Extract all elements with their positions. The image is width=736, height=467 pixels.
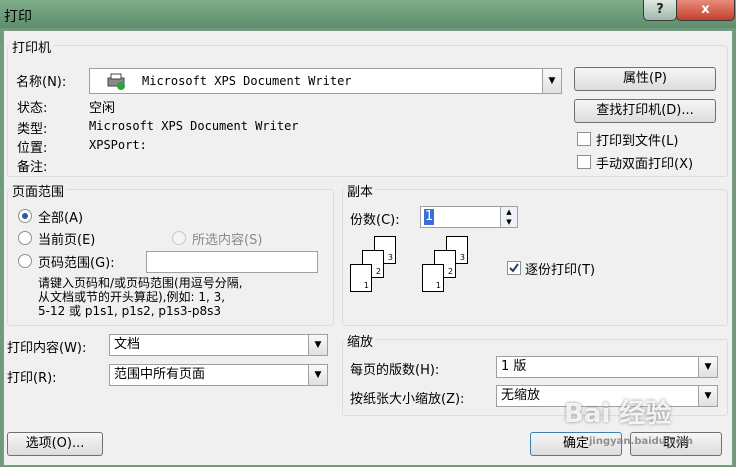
range-all-label: 全部(A) — [38, 211, 84, 226]
zoom-title: 缩放 — [345, 331, 376, 350]
range-selection-label: 所选内容(S) — [192, 233, 263, 248]
location-value: XPSPort: — [89, 138, 147, 152]
page-number-1b: 1 — [435, 281, 441, 290]
dialog-body: 打印机 名称(N): Microsoft XPS Document Writer… — [3, 30, 733, 466]
page-number-1: 1 — [363, 281, 369, 290]
printer-name-value: Microsoft XPS Document Writer — [142, 74, 352, 88]
page-number-3: 3 — [387, 253, 393, 262]
title-bar: 打印 ? x — [0, 0, 736, 28]
page-range-input[interactable] — [146, 251, 318, 273]
print-option-value: 范围中所有页面 — [114, 367, 206, 382]
watermark-logo: Bai 经验 — [564, 399, 672, 429]
hint-line-2: 从文档或节的开头算起),例如: 1, 3, — [38, 290, 226, 304]
copies-count-label: 份数(C): — [350, 213, 400, 228]
printer-group-title: 打印机 — [10, 37, 54, 56]
collate-checkbox[interactable] — [507, 261, 521, 275]
page-number-2b: 2 — [447, 267, 453, 276]
properties-button[interactable]: 属性(P) — [574, 67, 716, 91]
chevron-down-icon[interactable]: ▼ — [308, 365, 327, 385]
page-range-title: 页面范围 — [10, 181, 67, 200]
type-value: Microsoft XPS Document Writer — [89, 119, 299, 133]
pages-per-sheet-label: 每页的版数(H): — [350, 363, 440, 378]
page-number-2: 2 — [375, 267, 381, 276]
chevron-down-icon[interactable]: ▼ — [698, 357, 717, 377]
range-pages-radio[interactable] — [18, 254, 32, 268]
chevron-down-icon[interactable]: ▼ — [542, 69, 561, 93]
comment-label: 备注: — [17, 160, 48, 175]
print-what-label: 打印内容(W): — [7, 341, 87, 356]
close-button[interactable]: x — [676, 0, 735, 21]
scale-label: 按纸张大小缩放(Z): — [350, 392, 465, 407]
page-range-hint: 请键入页码和/或页码范围(用逗号分隔, 从文档或节的开头算起),例如: 1, 3… — [38, 276, 243, 318]
print-option-label: 打印(R): — [7, 371, 57, 386]
watermark-url: jingyan.baidu.com — [589, 436, 693, 447]
printer-name-select[interactable]: Microsoft XPS Document Writer ▼ — [89, 68, 562, 94]
range-selection-radio[interactable] — [172, 231, 186, 245]
pages-per-sheet-select[interactable]: 1 版 ▼ — [496, 356, 718, 378]
pages-per-sheet-value: 1 版 — [501, 359, 527, 374]
type-label: 类型: — [17, 122, 48, 137]
print-to-file-label: 打印到文件(L) — [596, 134, 679, 149]
hint-line-1: 请键入页码和/或页码范围(用逗号分隔, — [38, 276, 243, 290]
collated-pages-icon-2: 3 2 1 — [422, 236, 482, 306]
collated-pages-icon: 3 2 1 — [350, 236, 410, 306]
collate-label: 逐份打印(T) — [525, 263, 596, 278]
find-printer-button[interactable]: 查找打印机(D)... — [574, 99, 716, 123]
print-what-value: 文档 — [114, 337, 141, 352]
page-number-3b: 3 — [459, 253, 465, 262]
range-current-radio[interactable] — [18, 231, 32, 245]
manual-duplex-label: 手动双面打印(X) — [596, 157, 694, 172]
status-value: 空闲 — [89, 101, 116, 116]
scale-value: 无缩放 — [501, 388, 541, 403]
check-icon — [509, 263, 519, 273]
hint-line-3: 5-12 或 p1s1, p1s2, p1s3-p8s3 — [38, 304, 222, 318]
window-title: 打印 — [4, 9, 32, 25]
manual-duplex-checkbox[interactable] — [577, 155, 591, 169]
chevron-down-icon[interactable]: ▼ — [698, 386, 717, 406]
range-pages-label: 页码范围(G): — [38, 256, 115, 271]
options-button[interactable]: 选项(O)... — [7, 432, 103, 456]
spin-down-icon[interactable]: ▼ — [500, 217, 517, 227]
dialog-window: 打印 ? x 打印机 名称(N): Microsoft XPS Document… — [0, 0, 736, 467]
print-option-select[interactable]: 范围中所有页面 ▼ — [109, 364, 328, 386]
help-button[interactable]: ? — [643, 0, 677, 21]
range-current-label: 当前页(E) — [38, 233, 96, 248]
copies-title: 副本 — [345, 181, 376, 200]
location-label: 位置: — [17, 141, 48, 156]
chevron-down-icon[interactable]: ▼ — [308, 335, 327, 355]
print-what-select[interactable]: 文档 ▼ — [109, 334, 328, 356]
range-all-radio[interactable] — [18, 209, 32, 223]
printer-icon — [107, 73, 125, 90]
print-to-file-checkbox[interactable] — [577, 132, 591, 146]
printer-name-label: 名称(N): — [16, 75, 67, 90]
copies-count-input[interactable]: 1 ▲ ▼ — [420, 206, 518, 228]
copies-count-value: 1 — [424, 209, 435, 225]
status-label: 状态: — [17, 101, 48, 116]
